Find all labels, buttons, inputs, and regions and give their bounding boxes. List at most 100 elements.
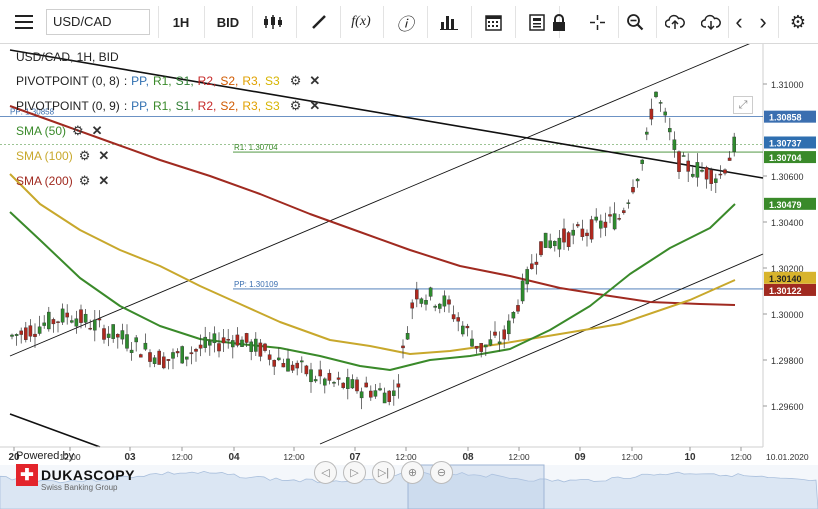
candle-body [373, 390, 378, 397]
upload-icon[interactable] [658, 7, 692, 37]
hamburger-menu-icon[interactable] [8, 7, 40, 37]
candle-body [530, 263, 534, 269]
candle-body [346, 377, 350, 389]
candle-body [571, 229, 575, 236]
pivot-level-2: S1, [175, 74, 194, 88]
legend-pivot1: PIVOTPOINT (0, 8) : PP, R1, S1, R2, S2, R3, S3… [16, 73, 321, 89]
symbol-input[interactable]: USD/CAD [46, 9, 150, 35]
pivot-level-4: S2, [220, 99, 239, 113]
logo-brand: DUKASCOPY [41, 467, 135, 483]
sma100-settings-icon[interactable]: ⚙ [79, 148, 91, 164]
expand-icon[interactable]: ⤢ [733, 96, 753, 114]
r1-label: R1: 1.30704 [234, 143, 278, 152]
price-chart[interactable]: 1.31000 1.30600 1.30400 1.30200 1.30000 1.298… [0, 37, 818, 509]
candle-body [502, 329, 507, 340]
candle-body [267, 354, 272, 360]
calendar-icon[interactable] [476, 7, 510, 37]
candle-body [580, 228, 585, 237]
candle-body [387, 390, 392, 402]
candle-body [111, 324, 115, 339]
candle-body [171, 352, 175, 359]
sma50-remove-icon[interactable]: ✕ [92, 123, 103, 139]
candle-body [691, 173, 695, 177]
lock-icon[interactable] [542, 7, 576, 37]
candle-body [102, 328, 106, 340]
candle-body [161, 356, 166, 369]
pivot1-settings-icon[interactable]: ⚙ [290, 73, 302, 89]
pivot1-label: PIVOTPOINT (0, 8) [16, 74, 120, 88]
candle-body [553, 241, 557, 247]
timeframe-button[interactable]: 1H [162, 7, 200, 37]
draw-line-icon[interactable] [302, 7, 336, 37]
sma100-remove-icon[interactable]: ✕ [98, 148, 109, 164]
settings-gear-icon[interactable]: ⚙ [784, 7, 812, 37]
scroll-left-icon[interactable]: ◁ [314, 461, 337, 484]
zoom-in-icon[interactable]: ⊕ [401, 461, 424, 484]
candle-body [258, 342, 263, 357]
function-icon[interactable]: f(x) [344, 7, 378, 37]
pivot2-remove-icon[interactable]: ✕ [309, 98, 320, 114]
candle-body [175, 351, 180, 354]
download-icon[interactable] [694, 7, 728, 37]
candle-body [677, 151, 681, 172]
price-tick-label: 1.31000 [771, 80, 804, 90]
candle-body [56, 321, 60, 323]
candle-body [97, 318, 102, 321]
candle-body [290, 364, 295, 371]
swiss-cross-icon: ✚ [16, 464, 38, 486]
candle-body [115, 334, 120, 338]
candle-body [428, 287, 433, 297]
prev-icon[interactable]: ‹ [728, 7, 750, 37]
price-side-button[interactable]: BID [208, 7, 248, 37]
next-icon[interactable]: › [752, 7, 774, 37]
candle-body [249, 341, 254, 352]
chart-type-icon[interactable] [256, 7, 290, 37]
candle-body [286, 358, 290, 372]
candle-body [28, 325, 33, 337]
candle-body [148, 352, 152, 362]
candle-body [221, 337, 226, 344]
candle-body [732, 136, 736, 153]
pivot-level-5: R3, [242, 99, 262, 113]
sma200-settings-icon[interactable]: ⚙ [79, 173, 91, 189]
time-tick-label: 04 [228, 452, 240, 463]
candle-body [10, 334, 14, 337]
tag-current: 1.30737 [769, 138, 802, 148]
sma50-settings-icon[interactable]: ⚙ [72, 123, 84, 139]
zoom-out-icon[interactable]: ⊖ [430, 461, 453, 484]
candle-body [19, 330, 24, 335]
candle-body [304, 365, 309, 375]
candle-body [300, 360, 304, 363]
candle-body [645, 131, 649, 135]
candle-body [281, 363, 286, 368]
time-tick-label: 12:00 [508, 452, 530, 462]
candle-body [410, 302, 415, 309]
legend-sma200: SMA (200) ⚙ ✕ [16, 173, 109, 189]
candle-body [318, 369, 323, 377]
candle-body [405, 333, 410, 340]
crosshair-icon[interactable] [580, 7, 614, 37]
time-tick-label: 10 [684, 452, 696, 463]
candle-body [244, 333, 249, 343]
price-tick-label: 1.29800 [771, 356, 804, 366]
scroll-end-icon[interactable]: ▷| [372, 461, 395, 484]
time-tick-label: 08 [462, 452, 474, 463]
pivot2-settings-icon[interactable]: ⚙ [290, 98, 302, 114]
pivot-level-1: R1, [152, 99, 172, 113]
pivot-level-3: R2, [197, 99, 217, 113]
dukascopy-logo: Powered by ✚ DUKASCOPY Swiss Banking Gro… [16, 450, 135, 492]
candle-body [203, 336, 208, 348]
candle-body [152, 357, 157, 364]
candle-body [640, 159, 644, 164]
time-tick-label: 12:00 [283, 452, 305, 462]
candle-body [323, 378, 327, 386]
candle-body [327, 372, 332, 381]
info-icon[interactable]: ⓘ [388, 7, 422, 37]
zoom-icon[interactable] [618, 7, 652, 37]
sma200-remove-icon[interactable]: ✕ [98, 173, 109, 189]
candle-body [626, 202, 631, 204]
pivot1-remove-icon[interactable]: ✕ [309, 73, 320, 89]
volume-bars-icon[interactable] [432, 7, 466, 37]
scroll-right-icon[interactable]: ▷ [343, 461, 366, 484]
candle-body [88, 327, 92, 330]
